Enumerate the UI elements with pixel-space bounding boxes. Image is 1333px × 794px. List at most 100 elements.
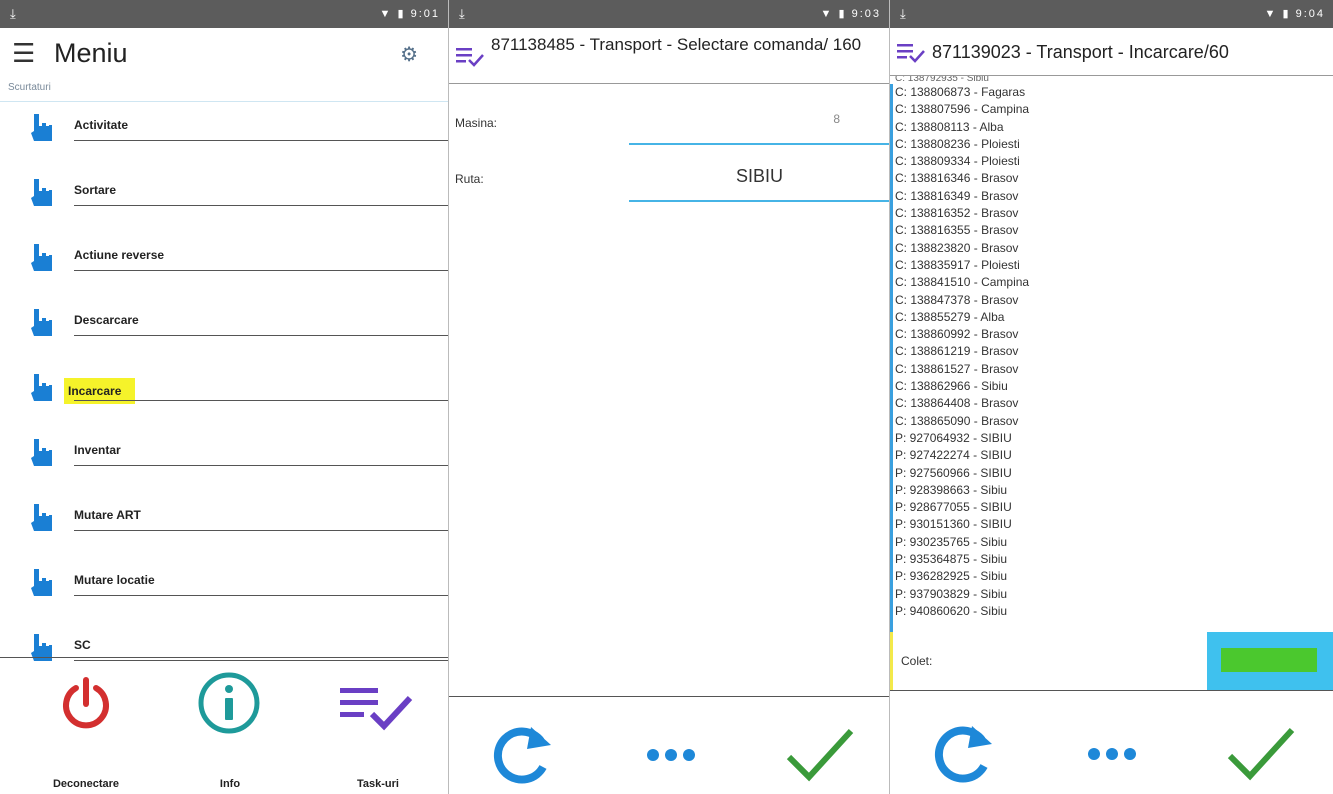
tasks-label: Task-uri bbox=[357, 778, 399, 790]
list-item[interactable]: P: 930151360 - SIBIU bbox=[895, 516, 1333, 533]
action-bar bbox=[890, 696, 1333, 794]
menu-item-mutare-art[interactable]: Mutare ART bbox=[0, 492, 448, 556]
list-item[interactable]: C: 138841510 - Campina bbox=[895, 274, 1333, 291]
page-title: Meniu bbox=[54, 38, 128, 68]
list-item[interactable]: P: 940860620 - Sibiu bbox=[895, 603, 1333, 620]
menu-item-label: Mutare locatie bbox=[74, 573, 155, 587]
refresh-icon[interactable] bbox=[483, 717, 563, 787]
wifi-icon: ▼ bbox=[820, 8, 834, 20]
tap-hand-icon bbox=[31, 439, 52, 466]
tap-hand-icon bbox=[31, 374, 52, 401]
list-item[interactable]: P: 936282925 - Sibiu bbox=[895, 568, 1333, 585]
list-item[interactable]: C: 138865090 - Brasov bbox=[895, 413, 1333, 430]
menu-item-label: Descarcare bbox=[74, 313, 139, 327]
list-item[interactable]: C: 138816346 - Brasov bbox=[895, 170, 1333, 187]
list-item[interactable]: C: 138807596 - Campina bbox=[895, 101, 1333, 118]
list-item[interactable]: C: 138809334 - Ploiesti bbox=[895, 153, 1333, 170]
list-item[interactable]: P: 928398663 - Sibiu bbox=[895, 482, 1333, 499]
page-title: 871139023 - Transport - Incarcare/60 bbox=[932, 42, 1229, 62]
menu-item-label: SC bbox=[74, 638, 91, 652]
tasks-button[interactable]: Task-uri bbox=[318, 674, 438, 790]
menu-item-descarcare[interactable]: Descarcare bbox=[0, 297, 448, 361]
menu-item-inventar[interactable]: Inventar bbox=[0, 427, 448, 491]
list-item[interactable]: C: 138860992 - Brasov bbox=[895, 326, 1333, 343]
tap-hand-icon bbox=[31, 114, 52, 141]
hamburger-menu-icon[interactable]: ☰ bbox=[12, 38, 35, 69]
list-item[interactable]: C: 138816352 - Brasov bbox=[895, 205, 1333, 222]
status-time: 9:01 bbox=[410, 8, 440, 20]
info-icon bbox=[198, 672, 260, 734]
masina-row: Masina: 8 bbox=[449, 94, 889, 150]
list-item[interactable]: P: 927560966 - SIBIU bbox=[895, 465, 1333, 482]
list-item[interactable]: P: 928677055 - SIBIU bbox=[895, 499, 1333, 516]
order-select-screen: ⤓ ▼ ▮ 9:03 871138485 - Transport - Selec… bbox=[448, 0, 889, 794]
app-header: 871138485 - Transport - Selectare comand… bbox=[449, 28, 889, 84]
tasks-icon[interactable] bbox=[896, 42, 926, 64]
list-item[interactable]: C: 138823820 - Brasov bbox=[895, 240, 1333, 257]
list-item[interactable]: P: 935364875 - Sibiu bbox=[895, 551, 1333, 568]
battery-icon: ▮ bbox=[397, 8, 406, 20]
list-item[interactable]: C: 138862966 - Sibiu bbox=[895, 378, 1333, 395]
list-item[interactable]: P: 927064932 - SIBIU bbox=[895, 430, 1333, 447]
gear-icon[interactable]: ⚙ bbox=[400, 42, 418, 67]
masina-value[interactable]: 8 bbox=[629, 112, 840, 126]
list-item[interactable]: C: 138816349 - Brasov bbox=[895, 188, 1333, 205]
wifi-icon: ▼ bbox=[1264, 8, 1278, 20]
battery-icon: ▮ bbox=[1282, 8, 1291, 20]
refresh-icon[interactable] bbox=[924, 716, 1004, 786]
status-time: 9:04 bbox=[1295, 8, 1325, 20]
tasks-icon bbox=[340, 688, 413, 731]
list-item[interactable]: C: 138855279 - Alba bbox=[895, 309, 1333, 326]
list-item[interactable]: C: 138847378 - Brasov bbox=[895, 292, 1333, 309]
menu-item-activitate[interactable]: Activitate bbox=[0, 102, 448, 166]
menu-item-sortare[interactable]: Sortare bbox=[0, 167, 448, 231]
menu-item-incarcare[interactable]: Incarcare bbox=[0, 362, 448, 426]
list-item[interactable]: C: 138861527 - Brasov bbox=[895, 361, 1333, 378]
download-icon: ⤓ bbox=[900, 6, 906, 21]
check-icon[interactable] bbox=[1222, 716, 1302, 786]
info-button[interactable]: Info bbox=[170, 672, 290, 790]
status-time: 9:03 bbox=[851, 8, 881, 20]
menu-item-label: Activitate bbox=[74, 118, 129, 132]
list-item[interactable]: P: 927422274 - SIBIU bbox=[895, 447, 1333, 464]
menu-item-label: Mutare ART bbox=[74, 508, 141, 522]
colet-input[interactable] bbox=[1207, 632, 1333, 690]
power-icon bbox=[63, 677, 109, 729]
ruta-underline bbox=[629, 200, 889, 202]
section-label: Scurtaturi bbox=[0, 80, 448, 102]
tap-hand-icon bbox=[31, 569, 52, 596]
parcel-list[interactable]: C: 138806873 - Fagaras C: 138807596 - Cam… bbox=[890, 84, 1333, 632]
menu-list: Activitate Sortare Actiune reverse Descarca… bbox=[0, 102, 448, 661]
list-item[interactable]: C: 138835917 - Ploiesti bbox=[895, 257, 1333, 274]
list-item[interactable]: C: 138808236 - Ploiesti bbox=[895, 136, 1333, 153]
masina-underline bbox=[629, 143, 889, 145]
tap-hand-icon bbox=[31, 179, 52, 206]
more-icon[interactable] bbox=[631, 717, 711, 787]
list-item[interactable]: C: 138864408 - Brasov bbox=[895, 395, 1333, 412]
logout-button[interactable]: Deconectare bbox=[26, 674, 146, 790]
menu-item-mutare-locatie[interactable]: Mutare locatie bbox=[0, 557, 448, 621]
ruta-label: Ruta: bbox=[455, 172, 484, 186]
list-item[interactable]: C: 138861219 - Brasov bbox=[895, 343, 1333, 360]
tap-hand-icon bbox=[31, 309, 52, 336]
list-item[interactable]: C: 138816355 - Brasov bbox=[895, 222, 1333, 239]
download-icon: ⤓ bbox=[10, 6, 16, 21]
check-icon[interactable] bbox=[781, 717, 861, 787]
list-item[interactable]: P: 937903829 - Sibiu bbox=[895, 586, 1333, 603]
list-item[interactable]: C: 138806873 - Fagaras bbox=[895, 84, 1333, 101]
wifi-icon: ▼ bbox=[379, 8, 393, 20]
tap-hand-icon bbox=[31, 244, 52, 271]
colet-label: Colet: bbox=[901, 654, 933, 668]
ruta-value[interactable]: SIBIU bbox=[629, 166, 889, 187]
logout-label: Deconectare bbox=[52, 778, 120, 790]
list-item[interactable]: C: 138808113 - Alba bbox=[895, 119, 1333, 136]
more-icon[interactable] bbox=[1072, 716, 1152, 786]
status-bar: ⤓ ▼ ▮ 9:01 bbox=[0, 0, 448, 28]
menu-item-actiune-reverse[interactable]: Actiune reverse bbox=[0, 232, 448, 296]
list-item[interactable]: P: 930235765 - Sibiu bbox=[895, 534, 1333, 551]
tasks-icon[interactable] bbox=[455, 46, 485, 68]
download-icon: ⤓ bbox=[459, 6, 465, 21]
app-header: ☰ Meniu ⚙ bbox=[0, 28, 448, 80]
colet-scan-mark bbox=[1221, 648, 1317, 672]
list-item-partial: C: 138792935 - Sibiu bbox=[895, 76, 989, 84]
